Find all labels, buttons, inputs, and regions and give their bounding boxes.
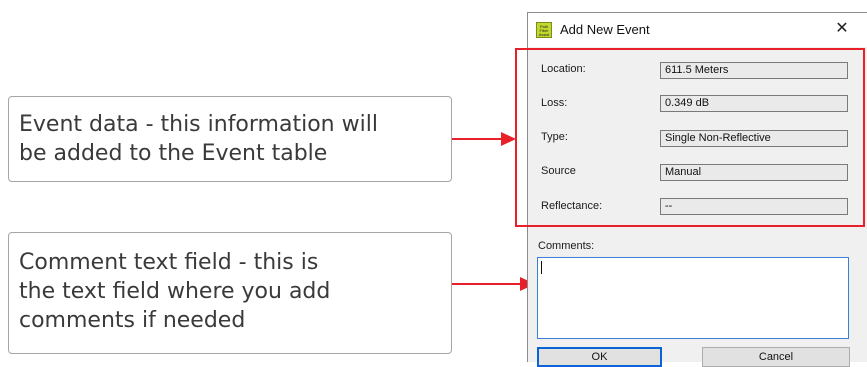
- event-data-arrow-head: [501, 132, 516, 146]
- comment-field-arrow-line: [452, 283, 522, 285]
- app-icon-text: Path Fiber Assist: [538, 24, 550, 37]
- comment-field-callout-line1: Comment text field - this is: [19, 250, 319, 275]
- dialog-titlebar[interactable]: Path Fiber Assist Add New Event ✕: [528, 13, 867, 47]
- app-icon: Path Fiber Assist: [536, 22, 552, 38]
- event-data-highlight: [515, 48, 865, 227]
- dialog-title: Add New Event: [560, 22, 650, 37]
- event-data-arrow-line: [452, 138, 507, 140]
- close-icon[interactable]: ✕: [830, 17, 854, 41]
- comment-field-callout-line2: the text field where you add: [19, 279, 331, 304]
- comment-field-callout: Comment text field - this is the text fi…: [8, 232, 452, 354]
- cancel-button[interactable]: Cancel: [702, 347, 850, 367]
- comments-label: Comments:: [538, 240, 595, 252]
- comments-textarea[interactable]: [537, 257, 849, 339]
- text-caret: [541, 261, 542, 274]
- ok-button[interactable]: OK: [537, 347, 662, 367]
- comment-field-callout-line3: comments if needed: [19, 308, 246, 333]
- event-data-callout: Event data - this information will be ad…: [8, 96, 452, 182]
- event-data-callout-line2: be added to the Event table: [19, 141, 328, 166]
- event-data-callout-line1: Event data - this information will: [19, 112, 378, 137]
